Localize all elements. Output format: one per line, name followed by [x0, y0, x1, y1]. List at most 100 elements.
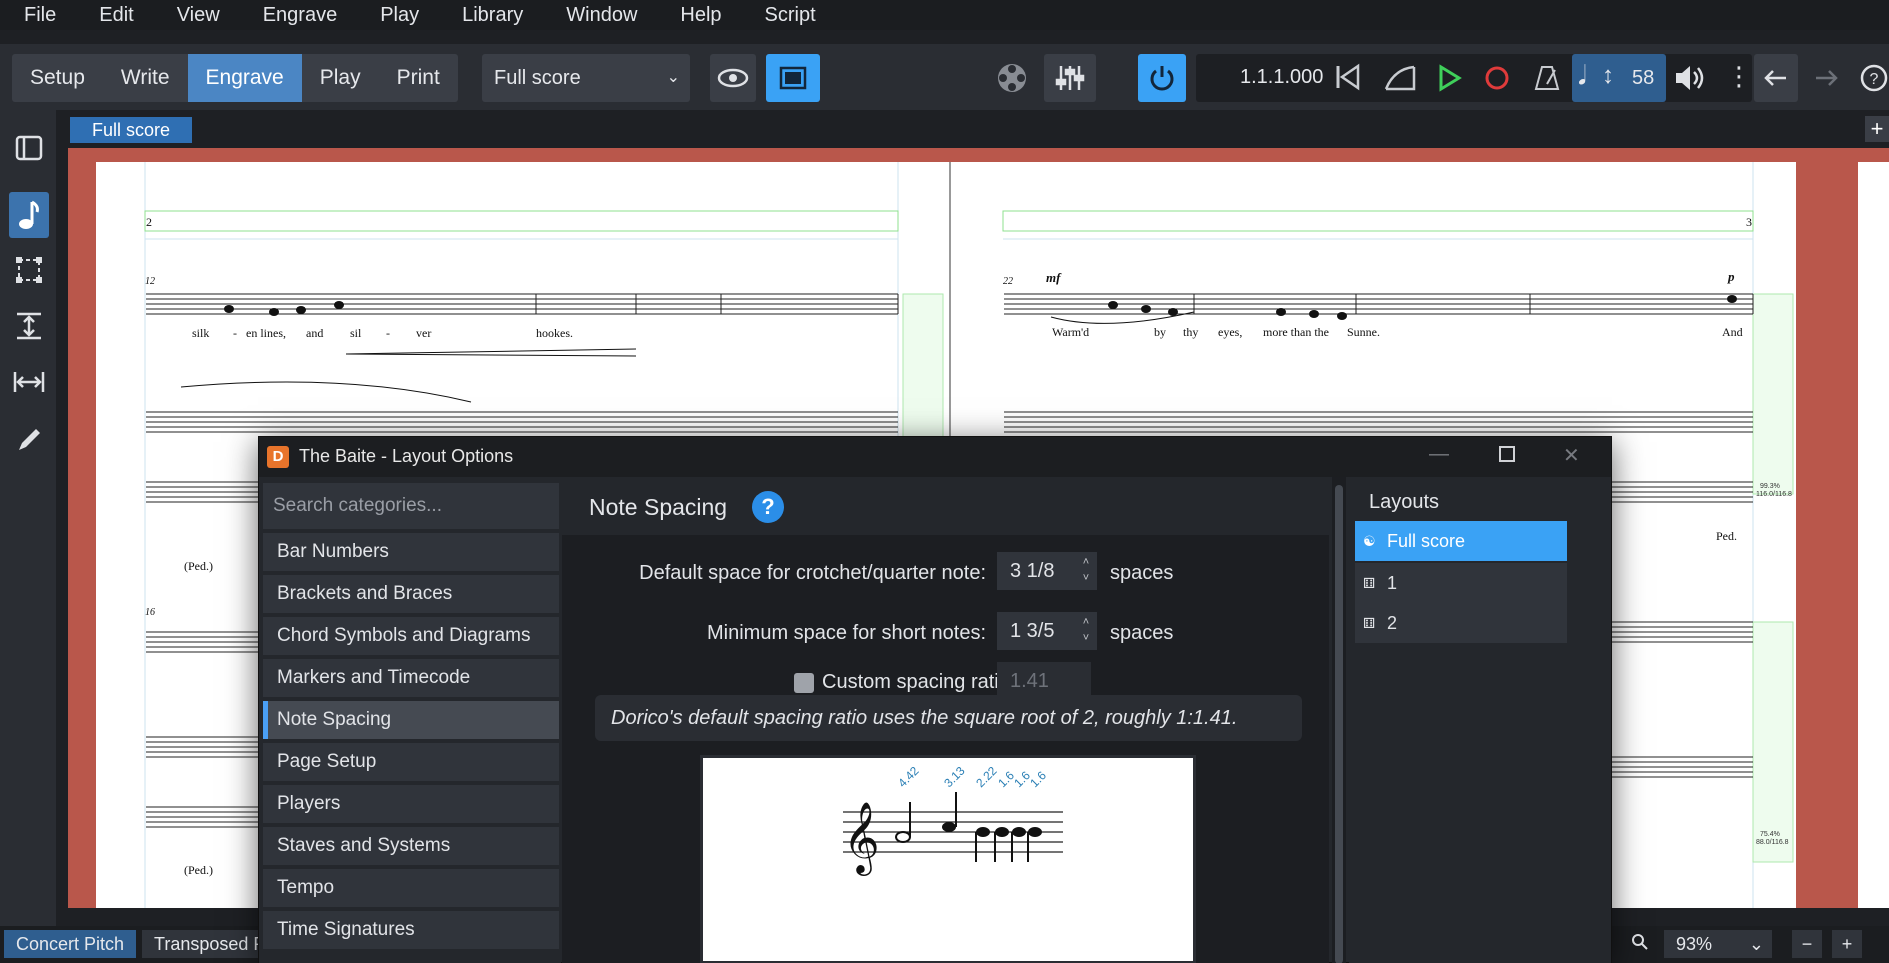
zoom-in-button[interactable]: +: [1832, 930, 1862, 958]
menu-engrave[interactable]: Engrave: [239, 4, 357, 27]
chevron-down-icon: ⌄: [666, 69, 680, 86]
tab-full-score[interactable]: Full score: [70, 117, 193, 143]
zoom-search-icon[interactable]: [1620, 930, 1656, 958]
rewind-icon[interactable]: [1334, 62, 1362, 97]
category-markers-and-timecode[interactable]: Markers and Timecode: [263, 659, 559, 697]
menu-help[interactable]: Help: [656, 4, 740, 27]
lyric: silk: [192, 326, 209, 340]
play-icon[interactable]: [1438, 64, 1462, 97]
lyric: Sunne.: [1347, 325, 1380, 339]
layout-selector[interactable]: Full score ⌄: [482, 54, 690, 102]
mode-setup[interactable]: Setup: [12, 54, 103, 102]
concert-pitch-button[interactable]: Concert Pitch: [4, 930, 137, 958]
zoom-select[interactable]: 93% ⌄: [1664, 930, 1772, 958]
menu-file[interactable]: File: [0, 4, 75, 27]
layout-label: 2: [1387, 613, 1398, 633]
category-players[interactable]: Players: [263, 785, 559, 823]
category-bar-numbers[interactable]: Bar Numbers: [263, 533, 559, 571]
minimize-icon[interactable]: —: [1429, 443, 1449, 466]
eye-icon[interactable]: [710, 54, 756, 102]
mode-write[interactable]: Write: [103, 54, 188, 102]
category-page-setup[interactable]: Page Setup: [263, 743, 559, 781]
zoom-out-button[interactable]: −: [1792, 930, 1822, 958]
add-tab-button[interactable]: +: [1865, 116, 1889, 142]
category-chord-symbols[interactable]: Chord Symbols and Diagrams: [263, 617, 559, 655]
maximize-icon[interactable]: [1499, 445, 1515, 468]
menu-play[interactable]: Play: [356, 4, 438, 27]
mixer-icon[interactable]: [1044, 54, 1096, 102]
pedal-mark: Ped.: [1716, 529, 1737, 543]
scroll-thumb[interactable]: [1335, 485, 1343, 963]
layout-full-score[interactable]: ☯ Full score: [1355, 521, 1567, 561]
menu-library[interactable]: Library: [438, 4, 542, 27]
film-reel-icon[interactable]: [992, 54, 1032, 102]
redo-icon[interactable]: [1806, 54, 1846, 102]
menu-window[interactable]: Window: [542, 4, 656, 27]
menu-view[interactable]: View: [153, 4, 239, 27]
mode-switcher: Setup Write Engrave Play Print: [12, 54, 458, 102]
lyric: -: [233, 326, 237, 340]
lyric: and: [306, 326, 323, 340]
layouts-heading: Layouts: [1369, 491, 1440, 513]
left-toolbox: [0, 110, 56, 930]
transport-position: 1.1.1.000: [1240, 66, 1324, 88]
toolbar: Setup Write Engrave Play Print Full scor…: [0, 44, 1889, 110]
crotchet-space-input[interactable]: 3 1/8 ˄ ˅: [997, 552, 1097, 590]
metronome-icon[interactable]: [1534, 64, 1560, 97]
staff-spacing-icon[interactable]: [9, 306, 49, 346]
spinner-arrows-icon[interactable]: ˄ ˅: [1078, 614, 1094, 648]
frame-view-icon[interactable]: [766, 54, 820, 102]
help-icon[interactable]: ?: [1858, 54, 1889, 102]
lyric: en lines,: [246, 326, 286, 340]
lyric: eyes,: [1218, 325, 1242, 339]
spacing-label: 2.22: [973, 763, 1000, 790]
note-spacing-icon[interactable]: [9, 362, 49, 402]
frame-editing-icon[interactable]: [9, 250, 49, 290]
page-number-left: 2: [146, 215, 152, 229]
category-note-spacing[interactable]: Note Spacing: [263, 701, 559, 739]
more-icon[interactable]: ⋮: [1726, 60, 1752, 92]
layout-part-2[interactable]: ⚅ 2: [1355, 603, 1567, 643]
undo-icon[interactable]: [1754, 54, 1798, 102]
power-icon[interactable]: [1138, 54, 1186, 102]
click-icon[interactable]: [1384, 63, 1418, 98]
menu-edit[interactable]: Edit: [75, 4, 152, 27]
close-icon[interactable]: ✕: [1563, 443, 1580, 468]
layout-label: 1: [1387, 573, 1398, 593]
next-page: [1858, 162, 1889, 908]
custom-ratio-checkbox[interactable]: [794, 673, 814, 693]
search-categories-input[interactable]: Search categories...: [263, 483, 559, 529]
spinner-arrows-icon[interactable]: ˄ ˅: [1078, 554, 1094, 588]
pen-icon[interactable]: [9, 420, 49, 460]
record-icon[interactable]: [1484, 64, 1510, 97]
mode-play[interactable]: Play: [302, 54, 379, 102]
menu-script[interactable]: Script: [741, 4, 835, 27]
category-list: Search categories... Bar Numbers Bracket…: [259, 477, 561, 963]
chevron-down-icon: ⌄: [1748, 934, 1764, 954]
graphic-editing-icon[interactable]: [9, 192, 49, 238]
short-notes-input[interactable]: 1 3/5 ˄ ˅: [997, 612, 1097, 650]
tab-strip: Full score +: [56, 110, 1889, 148]
tempo-field[interactable]: 𝅘𝅥 ↕ 58: [1572, 54, 1666, 102]
content-scrollbar[interactable]: [1332, 477, 1346, 963]
layout-part-1[interactable]: ⚅ 1: [1355, 563, 1567, 603]
dialog-titlebar: D The Baite - Layout Options — ✕: [259, 437, 1611, 477]
mode-print[interactable]: Print: [379, 54, 458, 102]
category-time-signatures[interactable]: Time Signatures: [263, 911, 559, 949]
note-value-icon: 𝅘𝅥: [1578, 60, 1587, 90]
tempo-value: 58: [1632, 67, 1655, 89]
panel-toggle-icon[interactable]: [9, 128, 49, 168]
category-tempo[interactable]: Tempo: [263, 869, 559, 907]
spaces-unit: spaces: [1110, 622, 1174, 644]
category-staves-and-systems[interactable]: Staves and Systems: [263, 827, 559, 865]
lyric: And: [1722, 325, 1743, 339]
mode-engrave[interactable]: Engrave: [187, 54, 302, 102]
layout-label: Full score: [1387, 531, 1466, 551]
help-icon[interactable]: ?: [752, 491, 784, 523]
short-notes-label: Minimum space for short notes:: [707, 622, 986, 644]
dynamic-mf: mf: [1046, 270, 1062, 285]
category-brackets-and-braces[interactable]: Brackets and Braces: [263, 575, 559, 613]
spaces-unit: spaces: [1110, 562, 1174, 584]
bar-number-22: 22: [1003, 276, 1013, 287]
volume-icon[interactable]: [1674, 64, 1706, 97]
